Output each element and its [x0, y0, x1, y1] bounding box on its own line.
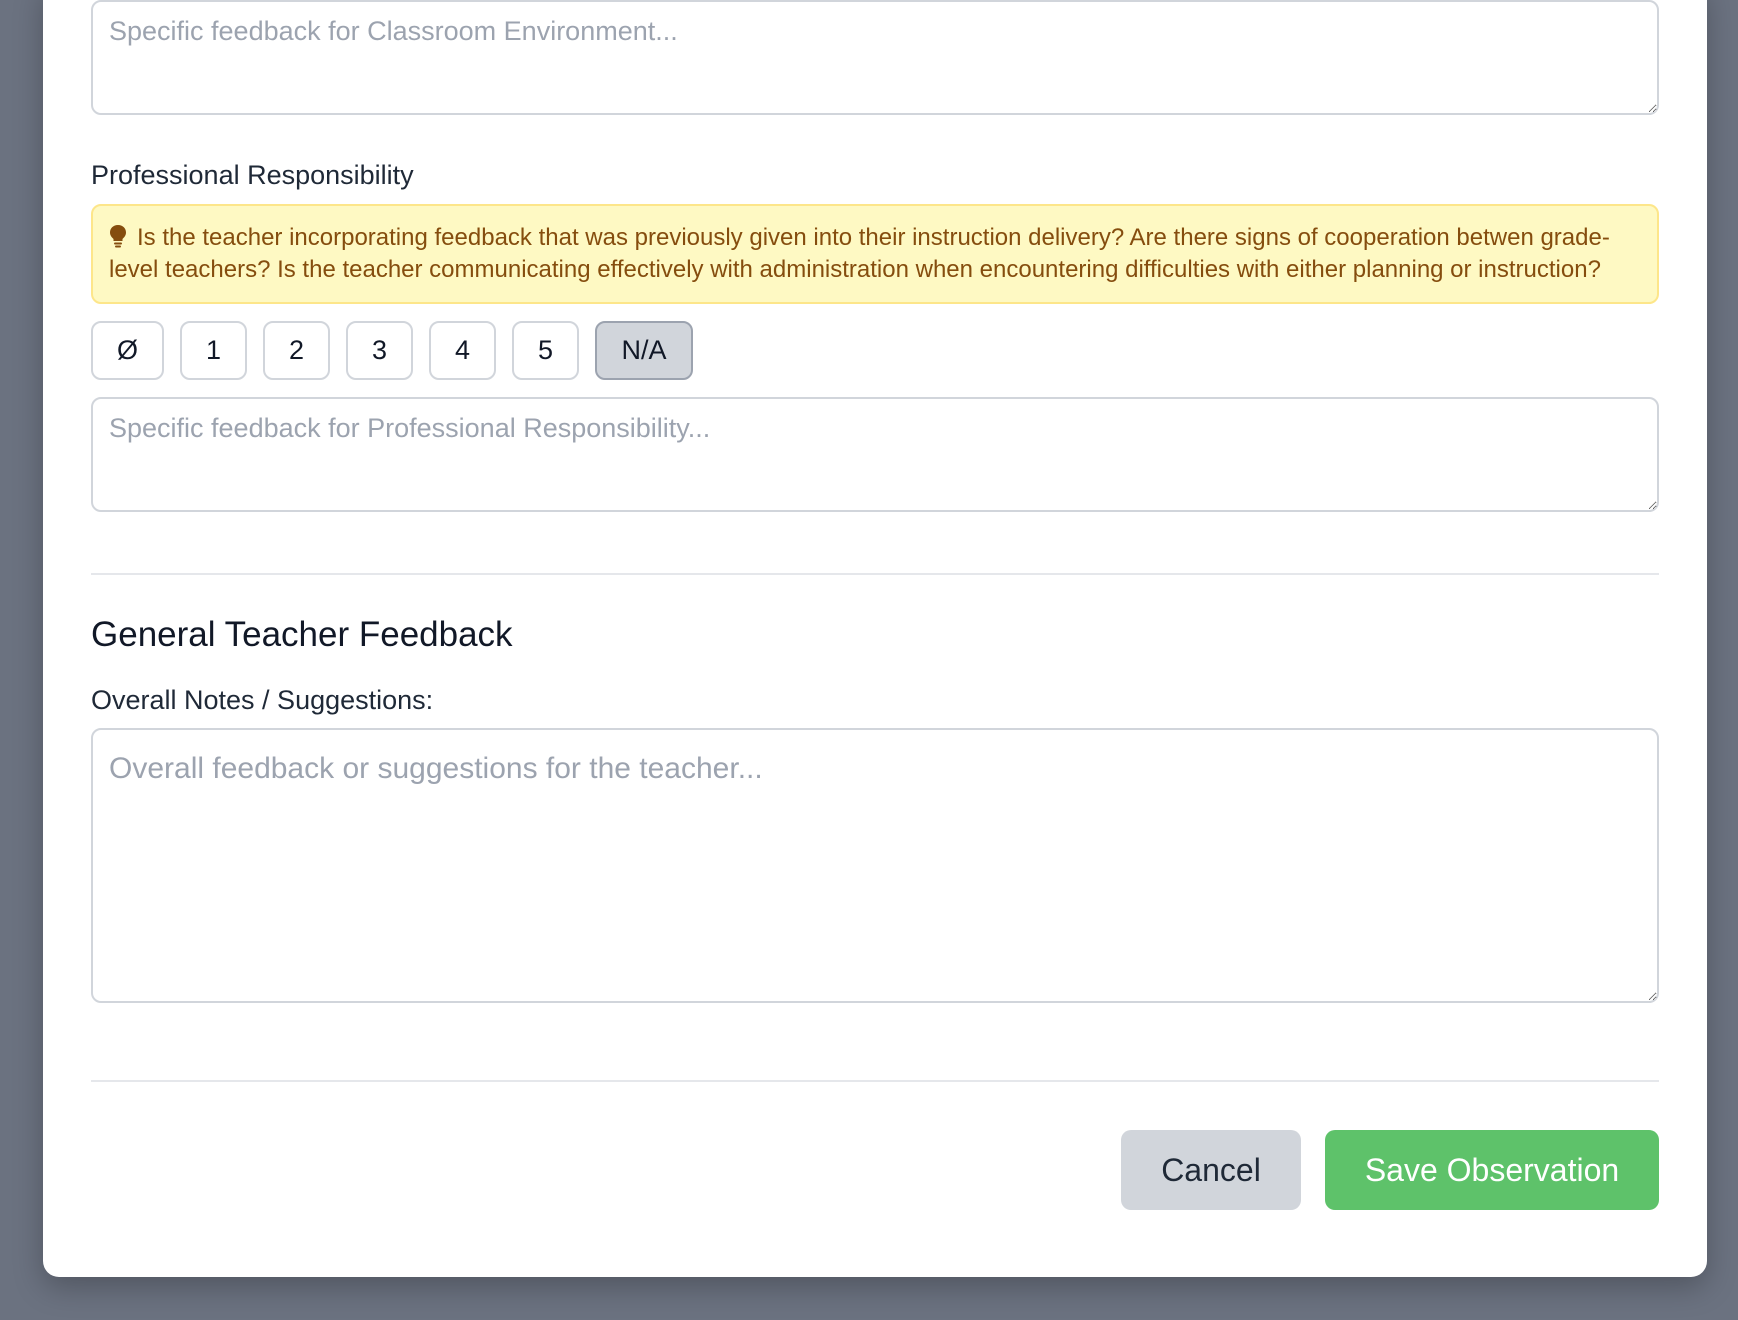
rating-button-3[interactable]: 3	[346, 321, 413, 380]
rating-button-4[interactable]: 4	[429, 321, 496, 380]
rating-button-1[interactable]: 1	[180, 321, 247, 380]
cancel-button[interactable]: Cancel	[1121, 1130, 1301, 1210]
professional-responsibility-label: Professional Responsibility	[91, 160, 414, 190]
professional-responsibility-rating-group: Ø 1 2 3 4 5 N/A	[91, 321, 693, 380]
rating-button-2[interactable]: 2	[263, 321, 330, 380]
modal-actions: Cancel Save Observation	[1121, 1130, 1659, 1210]
observation-modal: Professional Responsibility Is the teach…	[43, 0, 1707, 1277]
rating-button-na[interactable]: N/A	[595, 321, 693, 380]
lightbulb-icon	[109, 224, 127, 248]
overall-notes-label: Overall Notes / Suggestions:	[91, 685, 434, 715]
save-observation-button[interactable]: Save Observation	[1325, 1130, 1659, 1210]
general-feedback-title: General Teacher Feedback	[91, 615, 513, 654]
professional-responsibility-feedback-input[interactable]	[91, 397, 1659, 512]
hint-text: Is the teacher incorporating feedback th…	[109, 224, 1610, 283]
footer-divider	[91, 1080, 1659, 1082]
professional-responsibility-hint: Is the teacher incorporating feedback th…	[91, 204, 1659, 304]
rating-button-none[interactable]: Ø	[91, 321, 164, 380]
overall-notes-input[interactable]	[91, 728, 1659, 1003]
classroom-environment-feedback-input[interactable]	[91, 0, 1659, 115]
rating-button-5[interactable]: 5	[512, 321, 579, 380]
section-divider	[91, 573, 1659, 575]
